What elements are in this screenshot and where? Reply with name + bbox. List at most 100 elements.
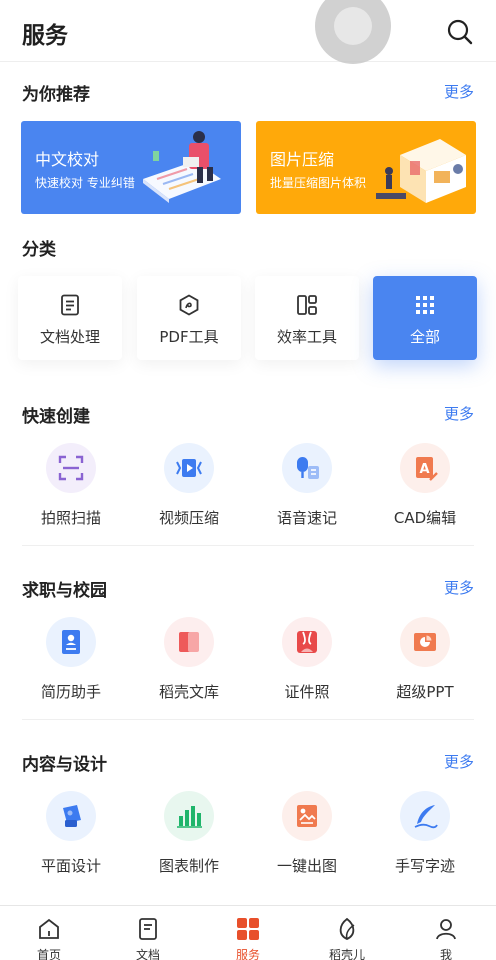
category-document[interactable]: 文档处理 [18,276,122,360]
tool-image-gen[interactable]: 一键出图 [248,791,366,881]
ppt-icon [414,633,436,651]
tool-icon-bg [164,791,214,841]
home-icon [39,918,59,939]
tool-label: 语音速记 [276,509,337,527]
promo-subtitle: 快速校对 专业纠错 [35,176,135,190]
categories-title: 分类 [22,240,56,260]
career-more-link[interactable]: 更多 [444,577,474,598]
cad-edit-icon: A [416,457,438,481]
tool-icon-bg [164,443,214,493]
design-title: 内容与设计 [22,755,107,775]
section-divider [22,719,474,720]
career-title: 求职与校园 [22,581,107,601]
tool-chart-make[interactable]: 图表制作 [130,791,248,881]
tab-docer[interactable]: 稻壳儿 [317,914,377,960]
handwriting-icon [414,805,438,829]
promo-title: 中文校对 [35,150,100,169]
category-pdf[interactable]: PDF工具 [137,276,241,360]
tool-icon-bg: A [400,443,450,493]
promo-card-proofread[interactable]: 中文校对 快速校对 专业纠错 [21,121,241,214]
svg-text:A: A [419,462,429,477]
tool-icon-bg [400,791,450,841]
tool-voice-note[interactable]: 语音速记 [248,443,366,533]
tool-label: 一键出图 [276,857,337,875]
category-label: 全部 [409,328,440,346]
tool-video-compress[interactable]: 视频压缩 [130,443,248,533]
tab-home[interactable]: 首页 [19,914,79,960]
category-all[interactable]: 全部 [373,276,477,360]
voice-note-icon [297,457,319,479]
quick-create-more-link[interactable]: 更多 [444,403,474,424]
tool-label: 拍照扫描 [40,509,101,527]
tool-label: 手写字迹 [394,857,455,875]
document-icon [61,294,79,316]
tool-handwriting[interactable]: 手写字迹 [366,791,484,881]
chart-make-icon [177,806,202,828]
page-title: 服务 [22,23,68,49]
tool-super-ppt[interactable]: 超级PPT [366,617,484,707]
promo-card-image-compress[interactable]: 图片压缩 批量压缩图片体积 [256,121,476,214]
tool-icon-bg [400,617,450,667]
resume-icon [62,630,80,654]
category-label: 效率工具 [276,328,337,346]
tool-label: 平面设计 [40,857,101,875]
tool-icon-bg [46,617,96,667]
tool-icon-bg [164,617,214,667]
tab-services[interactable]: 服务 [218,914,278,960]
tool-icon-bg [282,617,332,667]
tool-label: 证件照 [284,683,330,701]
floating-assist-ball[interactable] [315,0,391,64]
tool-label: 视频压缩 [158,509,219,527]
tool-label: 简历助手 [40,683,101,701]
tab-label: 服务 [235,948,260,960]
category-label: PDF工具 [159,328,219,346]
tool-label: 超级PPT [396,683,454,701]
tab-documents[interactable]: 文档 [118,914,178,960]
doc-tab-icon [139,918,157,940]
grid-dots-icon [416,296,434,314]
layout-icon [297,295,317,315]
scan-icon [58,455,84,481]
tool-graphic-design[interactable]: 平面设计 [12,791,130,881]
recommend-title: 为你推荐 [22,85,90,105]
category-label: 文档处理 [39,328,100,346]
video-compress-icon [176,459,202,477]
tool-label: 图表制作 [158,857,219,875]
promo-subtitle: 批量压缩图片体积 [270,176,367,190]
profile-icon [436,919,456,940]
bottom-tab-bar: 首页 文档 服务 稻壳儿 我 [0,905,496,960]
tab-label: 我 [439,948,452,960]
proofread-illustration-icon [143,131,221,203]
tool-label: CAD编辑 [393,509,457,527]
tool-photo-scan[interactable]: 拍照扫描 [12,443,130,533]
compress-machine-illustration-icon [376,139,466,203]
tab-label: 首页 [36,948,61,960]
search-icon[interactable] [446,18,474,46]
graphic-design-icon [63,805,81,827]
tool-id-photo[interactable]: 证件照 [248,617,366,707]
top-header: 服务 [0,0,496,64]
service-icon [237,918,259,940]
quick-create-title: 快速创建 [22,407,90,427]
image-gen-icon [297,805,317,827]
tool-resume[interactable]: 简历助手 [12,617,130,707]
library-icon [179,632,199,652]
recommend-more-link[interactable]: 更多 [444,81,474,102]
tool-label: 稻壳文库 [158,683,219,701]
id-photo-icon [297,631,317,653]
tool-icon-bg [46,443,96,493]
design-more-link[interactable]: 更多 [444,751,474,772]
tool-icon-bg [46,791,96,841]
tab-label: 稻壳儿 [328,948,365,960]
section-divider [22,545,474,546]
tab-me[interactable]: 我 [416,914,476,960]
promo-title: 图片压缩 [270,150,335,169]
tool-icon-bg [282,791,332,841]
tool-icon-bg [282,443,332,493]
pdf-icon [179,294,199,316]
tool-library[interactable]: 稻壳文库 [130,617,248,707]
category-efficiency[interactable]: 效率工具 [255,276,359,360]
leaf-icon [339,917,355,940]
tab-label: 文档 [135,948,160,960]
tool-cad-edit[interactable]: A CAD编辑 [366,443,484,533]
